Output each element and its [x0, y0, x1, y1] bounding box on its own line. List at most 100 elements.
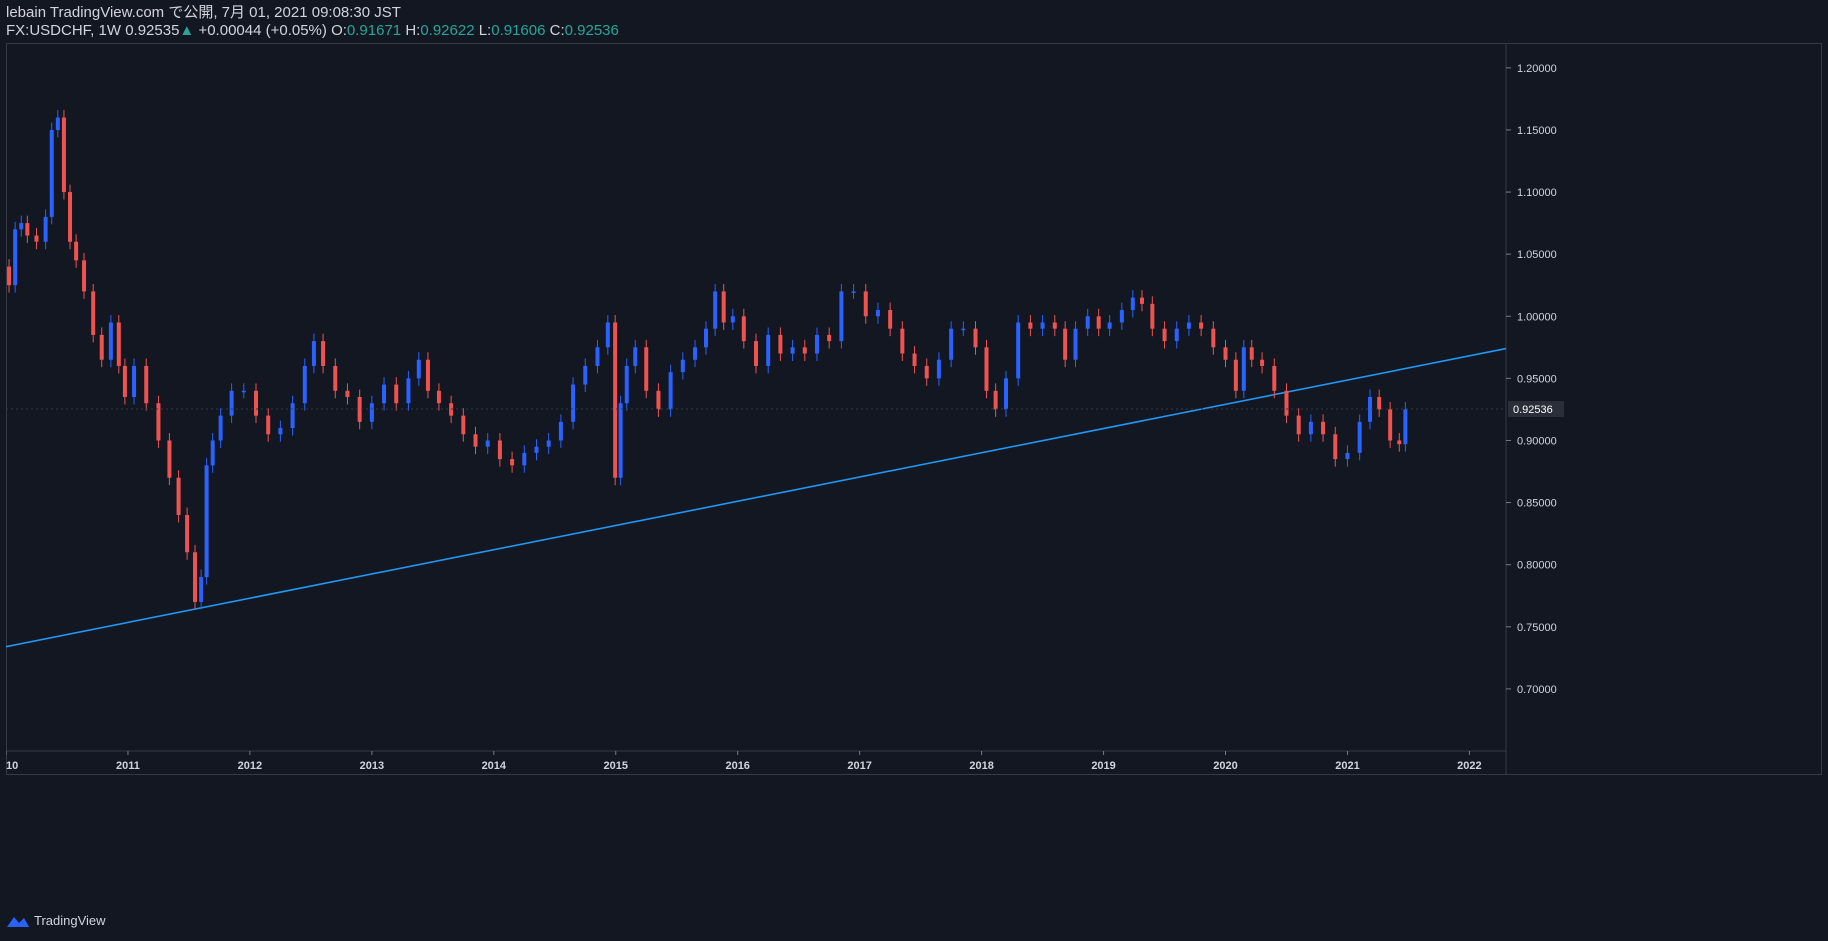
open-value: 0.91671 — [346, 22, 402, 39]
candle-body — [802, 347, 807, 354]
y-tick-label: 0.95000 — [1517, 373, 1557, 385]
candle-body — [394, 384, 399, 404]
candle-body — [122, 365, 127, 397]
candle-body — [1377, 397, 1382, 410]
candle-body — [1321, 421, 1326, 435]
candle-body — [1211, 328, 1216, 348]
candle-body — [278, 428, 283, 435]
candle-body — [82, 260, 87, 292]
candle-body — [19, 223, 24, 230]
candle-body — [1241, 347, 1246, 391]
candle-body — [61, 117, 66, 193]
candle-body — [583, 365, 588, 385]
candle-body — [461, 415, 466, 435]
candle-body — [510, 459, 515, 466]
x-tick-label: 2018 — [969, 760, 993, 772]
candle-body — [936, 359, 941, 379]
y-tick-label: 1.05000 — [1517, 249, 1557, 261]
candle-body — [1119, 310, 1124, 323]
candle-body — [91, 291, 96, 335]
candle-body — [176, 477, 181, 515]
candle-body — [851, 291, 856, 293]
candle-body — [167, 440, 172, 478]
candle-body — [522, 452, 527, 466]
candle-body — [973, 328, 978, 348]
x-tick-label: 2010 — [6, 760, 18, 772]
candle-body — [108, 322, 113, 360]
candle-body — [1096, 316, 1101, 329]
candle-body — [485, 440, 490, 447]
x-tick-label: 2012 — [238, 760, 262, 772]
candle-body — [49, 129, 54, 217]
x-tick-label: 2011 — [116, 760, 140, 772]
x-tick-label: 2017 — [847, 760, 871, 772]
chart-header: lebain TradingView.com で公開, 7月 01, 2021 … — [6, 4, 619, 40]
last-price-tag-label: 0.92536 — [1513, 404, 1553, 416]
candle-body — [730, 316, 735, 323]
x-tick-label: 2021 — [1335, 760, 1359, 772]
chart-canvas[interactable]: 0.70000 0.75000 0.80000 0.85000 0.90000 0.950… — [6, 43, 1828, 903]
candle-body — [1174, 328, 1179, 342]
price-chart[interactable]: 0.70000 0.75000 0.80000 0.85000 0.90000 0.950… — [6, 43, 1828, 903]
candle-body — [558, 421, 563, 441]
candle-body — [1388, 409, 1393, 441]
candle-body — [1107, 322, 1112, 329]
candle-body — [406, 378, 411, 404]
candle-body — [1284, 390, 1289, 416]
x-tick-label: 2022 — [1457, 760, 1481, 772]
candle-body — [827, 334, 832, 342]
high-value: 0.92622 — [420, 22, 475, 39]
publish-info: lebain TradingView.com で公開, 7月 01, 2021 … — [6, 4, 401, 21]
candle-body — [1130, 297, 1135, 311]
candle-body — [624, 365, 629, 404]
candle-body — [668, 372, 673, 410]
candle-body — [1357, 421, 1362, 453]
low-label: L: — [478, 22, 492, 39]
y-tick-label: 0.90000 — [1517, 435, 1557, 447]
candle-body — [993, 390, 998, 410]
candle-body — [949, 328, 954, 360]
symbol-interval[interactable]: FX:USDCHF, 1W — [6, 22, 121, 39]
candle-body — [613, 322, 618, 478]
candle-body — [311, 341, 316, 366]
candle-body — [1308, 421, 1313, 435]
brand-label[interactable]: TradingView — [34, 913, 106, 928]
candle-body — [1223, 347, 1228, 360]
candle-body — [229, 390, 234, 416]
candle-body — [25, 223, 30, 236]
candle-body — [741, 316, 746, 342]
candle-body — [218, 415, 223, 441]
candle-body — [193, 552, 198, 602]
candle-body — [1233, 359, 1238, 391]
candle-body — [713, 291, 718, 329]
candle-body — [116, 322, 121, 366]
candle-body — [595, 347, 600, 366]
candle-body — [863, 291, 868, 317]
candle-body — [1085, 316, 1090, 329]
x-tick-label: 2013 — [360, 760, 384, 772]
candle-body — [1016, 322, 1021, 379]
candle-body — [618, 403, 623, 478]
candle-body — [1052, 322, 1057, 329]
y-tick-label: 1.15000 — [1517, 125, 1557, 137]
candle-body — [144, 365, 149, 404]
candle-body — [790, 347, 795, 354]
candle-body — [497, 440, 502, 460]
candle-body — [1272, 365, 1277, 391]
price-change: +0.00044 (+0.05%) — [198, 22, 327, 39]
candle-body — [704, 328, 708, 348]
y-tick-label: 1.20000 — [1517, 63, 1557, 75]
candle-body — [241, 390, 246, 393]
high-label: H: — [405, 22, 421, 39]
candle-body — [1199, 322, 1204, 329]
candle-body — [1333, 434, 1338, 460]
candle-body — [721, 291, 726, 323]
candle-body — [1139, 297, 1144, 304]
candle-body — [814, 334, 819, 354]
candle-body — [1397, 440, 1402, 445]
x-tick-label: 2016 — [725, 760, 749, 772]
candle-body — [1150, 303, 1155, 329]
candle-body — [644, 347, 649, 391]
candle-body — [132, 365, 137, 397]
candle-body — [839, 291, 844, 342]
